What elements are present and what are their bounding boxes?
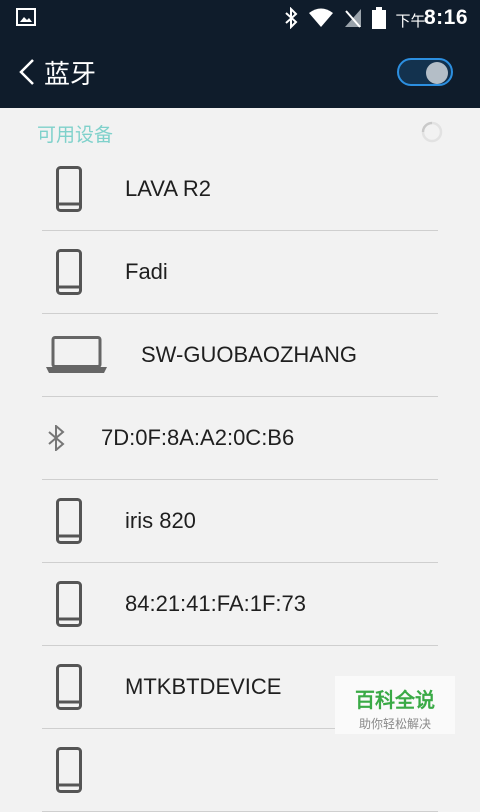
- device-name: 7D:0F:8A:A2:0C:B6: [101, 425, 295, 450]
- status-time: 8:16: [423, 6, 468, 29]
- bluetooth-icon: [48, 425, 65, 451]
- toggle-knob: [426, 62, 448, 84]
- phone-icon: [56, 747, 82, 793]
- device-item[interactable]: 7D:0F:8A:A2:0C:B6: [42, 397, 438, 480]
- laptop-icon: [46, 336, 107, 373]
- no-signal-icon: [344, 9, 361, 28]
- back-arrow-icon[interactable]: [18, 58, 36, 86]
- wifi-icon: [308, 8, 333, 27]
- device-item[interactable]: Fadi: [42, 231, 438, 314]
- status-ampm: 下午: [395, 13, 426, 30]
- bluetooth-toggle[interactable]: [397, 58, 453, 86]
- phone-icon: [56, 166, 82, 212]
- watermark-title: 百科全说: [355, 688, 435, 712]
- device-name: LAVA R2: [125, 176, 212, 201]
- watermark-subtitle: 助你轻松解决: [358, 717, 431, 731]
- device-name: Fadi: [125, 259, 168, 284]
- battery-icon: [371, 7, 386, 29]
- device-name: iris 820: [125, 508, 196, 533]
- device-item[interactable]: [42, 729, 438, 812]
- status-bar: 下午 8:16: [0, 0, 480, 36]
- phone-icon: [56, 249, 82, 295]
- device-item[interactable]: 84:21:41:FA:1F:73: [42, 563, 438, 646]
- gallery-icon: [16, 8, 36, 26]
- device-item[interactable]: iris 820: [42, 480, 438, 563]
- phone-icon: [56, 664, 82, 710]
- watermark-logo: 百科全说 助你轻松解决: [335, 676, 455, 734]
- device-name: 84:21:41:FA:1F:73: [125, 591, 307, 616]
- device-name: SW-GUOBAOZHANG: [141, 342, 357, 367]
- section-title-available-devices: 可用设备: [37, 124, 114, 146]
- app-bar: 蓝牙: [0, 36, 480, 108]
- phone-icon: [56, 498, 82, 544]
- device-item[interactable]: SW-GUOBAOZHANG: [42, 314, 438, 397]
- device-item[interactable]: LAVA R2: [42, 148, 438, 231]
- scanning-spinner-icon: [421, 121, 443, 143]
- phone-icon: [56, 581, 82, 627]
- device-name: MTKBTDEVICE: [125, 674, 282, 699]
- page-title: 蓝牙: [44, 60, 97, 90]
- bluetooth-icon: [284, 7, 297, 29]
